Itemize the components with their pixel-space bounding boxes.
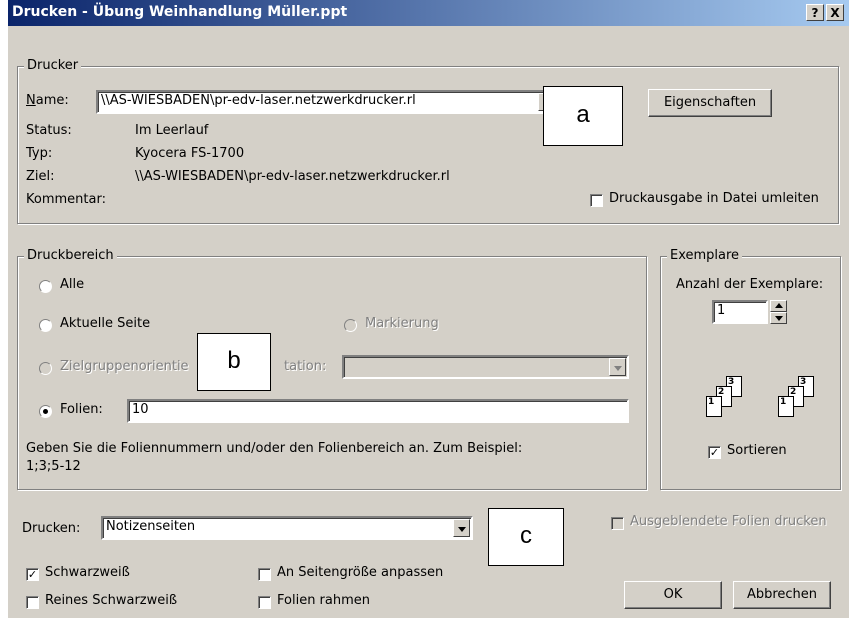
- print-to-file-checkbox[interactable]: [590, 194, 603, 207]
- radio-current-slide[interactable]: [39, 319, 52, 332]
- custom-show-select[interactable]: [342, 355, 629, 379]
- status-label: Status:: [26, 123, 72, 138]
- title-bar[interactable]: Drucken - Übung Weinhandlung Müller.ppt …: [8, 0, 849, 26]
- comment-label: Kommentar:: [26, 192, 106, 207]
- page-1-icon: 1: [778, 396, 794, 417]
- print-range-hint: Geben Sie die Foliennummern und/oder den…: [26, 441, 523, 456]
- chevron-down-icon[interactable]: [453, 519, 470, 537]
- collate-pages-icon: 3 2 1: [688, 364, 748, 426]
- chevron-down-icon[interactable]: [609, 358, 626, 376]
- properties-button[interactable]: Eigenschaften: [648, 89, 772, 117]
- radio-slides[interactable]: [39, 405, 52, 418]
- slides-input-value: 10: [132, 402, 149, 417]
- radio-all-label[interactable]: Alle: [60, 277, 84, 292]
- print-hidden-slides-label[interactable]: Ausgeblendete Folien drucken: [630, 514, 827, 529]
- grayscale-checkbox[interactable]: ✓: [26, 568, 39, 581]
- ok-button-label: OK: [663, 587, 683, 602]
- type-label: Typ:: [26, 146, 53, 161]
- radio-custom-show[interactable]: [39, 362, 52, 375]
- window-title: Drucken - Übung Weinhandlung Müller.ppt: [12, 4, 348, 20]
- collate-pages-icon: 3 2 1: [760, 364, 820, 426]
- printer-name-select[interactable]: \\AS-WIESBADEN\pr-edv-laser.netzwerkdruc…: [96, 90, 558, 114]
- radio-current-slide-label[interactable]: Aktuelle Seite: [60, 316, 150, 331]
- pure-bw-label[interactable]: Reines Schwarzweiß: [45, 593, 177, 608]
- print-what-select[interactable]: Notizenseiten: [101, 516, 473, 540]
- pure-bw-checkbox[interactable]: [26, 596, 39, 609]
- close-button[interactable]: X: [826, 4, 844, 21]
- callout-b: b: [197, 333, 271, 391]
- printer-legend: Drucker: [24, 58, 82, 73]
- slides-input[interactable]: 10: [127, 399, 629, 423]
- print-range-hint-example: 1;3;5-12: [26, 459, 81, 474]
- frame-slides-label[interactable]: Folien rahmen: [277, 593, 370, 608]
- collate-checkbox[interactable]: ✓: [708, 446, 721, 459]
- radio-selection[interactable]: [344, 319, 357, 332]
- destination-value: \\AS-WIESBADEN\pr-edv-laser.netzwerkdruc…: [135, 169, 450, 184]
- print-dialog: Drucken - Übung Weinhandlung Müller.ppt …: [8, 0, 849, 618]
- print-to-file-label[interactable]: Druckausgabe in Datei umleiten: [609, 191, 819, 206]
- copies-count-input[interactable]: 1: [712, 300, 768, 324]
- status-value: Im Leerlauf: [135, 123, 209, 138]
- printer-name-value: \\AS-WIESBADEN\pr-edv-laser.netzwerkdruc…: [101, 93, 416, 108]
- radio-custom-show-label[interactable]: Zielgruppenorientie: [60, 359, 189, 374]
- properties-button-label: Eigenschaften: [663, 95, 757, 110]
- copies-legend: Exemplare: [667, 248, 743, 263]
- collate-label[interactable]: Sortieren: [727, 443, 787, 458]
- name-label: Name:: [26, 93, 69, 108]
- print-what-label: Drucken:: [22, 521, 81, 536]
- radio-selection-label[interactable]: Markierung: [365, 316, 439, 331]
- spin-up-button[interactable]: [770, 300, 787, 312]
- spin-down-button[interactable]: [770, 312, 787, 324]
- radio-selected-dot: [43, 409, 48, 414]
- arrow-up-icon: [775, 303, 783, 308]
- arrow-down-icon: [775, 316, 783, 321]
- callout-a: a: [543, 86, 623, 146]
- radio-all[interactable]: [39, 280, 52, 293]
- help-button[interactable]: ?: [806, 4, 824, 21]
- copies-count-label: Anzahl der Exemplare:: [676, 277, 824, 292]
- callout-c: c: [488, 508, 564, 566]
- print-range-legend: Druckbereich: [24, 248, 117, 263]
- radio-slides-label[interactable]: Folien:: [60, 402, 103, 417]
- page-1-icon: 1: [706, 396, 722, 417]
- scale-to-fit-label[interactable]: An Seitengröße anpassen: [277, 565, 443, 580]
- print-hidden-slides-checkbox[interactable]: [611, 517, 624, 530]
- type-value: Kyocera FS-1700: [135, 146, 245, 161]
- copies-count-value: 1: [717, 303, 726, 318]
- cancel-button-label: Abbrechen: [746, 587, 818, 602]
- scale-to-fit-checkbox[interactable]: [258, 568, 271, 581]
- radio-custom-show-label-tail: tation:: [284, 359, 327, 374]
- destination-label: Ziel:: [26, 169, 55, 184]
- print-what-value: Notizenseiten: [106, 519, 196, 534]
- frame-slides-checkbox[interactable]: [258, 596, 271, 609]
- cancel-button[interactable]: Abbrechen: [733, 581, 831, 609]
- grayscale-label[interactable]: Schwarzweiß: [45, 565, 130, 580]
- ok-button[interactable]: OK: [624, 581, 722, 609]
